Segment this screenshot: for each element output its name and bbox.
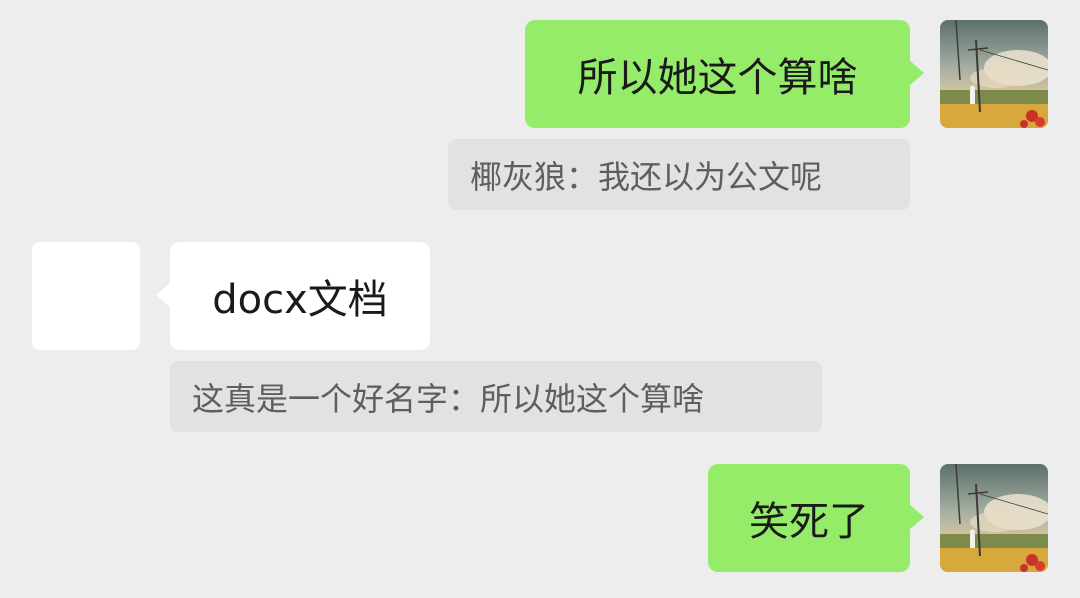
- landscape-avatar-image: [940, 20, 1048, 128]
- landscape-avatar-image: [940, 464, 1048, 572]
- quoted-reply[interactable]: 这真是一个好名字：所以她这个算啥: [170, 361, 822, 432]
- outgoing-message-bubble[interactable]: 所以她这个算啥: [525, 20, 924, 128]
- message-text: docx文档: [212, 277, 388, 323]
- outgoing-message-bubble[interactable]: 笑死了: [708, 464, 924, 572]
- quote-text: 椰灰狼：我还以为公文呢: [470, 157, 823, 196]
- incoming-message-bubble[interactable]: docx文档: [156, 242, 430, 350]
- self-avatar[interactable]: [940, 20, 1048, 128]
- quote-text: 这真是一个好名字：所以她这个算啥: [192, 379, 705, 418]
- other-avatar[interactable]: [32, 242, 140, 350]
- message-text: 笑死了: [749, 499, 869, 545]
- quoted-reply[interactable]: 椰灰狼：我还以为公文呢: [448, 139, 910, 210]
- message-text: 所以她这个算啥: [577, 55, 858, 101]
- self-avatar[interactable]: [940, 464, 1048, 572]
